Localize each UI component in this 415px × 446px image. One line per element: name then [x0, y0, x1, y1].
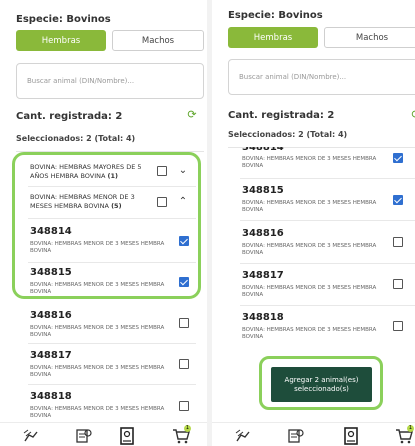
animal-desc: BOVINA: HEMBRAS MENOR DE 3 MESES HEMBRA … [30, 406, 165, 419]
animal-id: 348815 [242, 185, 284, 196]
search-input[interactable]: Buscar animal (DIN/Nombre)... [228, 59, 415, 95]
screen-left: Especie: Bovinos Hembras Machos Buscar a… [0, 0, 208, 446]
animal-checkbox[interactable] [393, 321, 403, 331]
divider [28, 186, 196, 187]
animal-desc: BOVINA: HEMBRAS MENOR DE 3 MESES HEMBRA … [242, 200, 377, 213]
animal-checkbox[interactable] [393, 279, 403, 289]
group-title: BOVINA: HEMBRAS MAYORES DE 5 AÑOS HEMBRA… [30, 163, 142, 180]
divider [240, 305, 415, 306]
map-pin-document-icon[interactable] [287, 427, 305, 445]
divider [240, 178, 415, 179]
animal-transfer-icon[interactable] [22, 427, 40, 445]
animal-desc: BOVINA: HEMBRAS MENOR DE 3 MESES HEMBRA … [30, 365, 165, 378]
bottom-nav: 1 [0, 422, 208, 446]
animal-id: 348816 [30, 310, 72, 321]
animal-checkbox[interactable] [179, 359, 189, 369]
tab-hembras[interactable]: Hembras [228, 27, 318, 48]
group-count: (1) [107, 172, 119, 180]
divider [240, 220, 415, 221]
animal-desc: BOVINA: HEMBRAS MENOR DE 3 MESES HEMBRA … [242, 327, 377, 340]
search-input[interactable]: Buscar animal (DIN/Nombre)... [16, 63, 204, 99]
animal-checkbox[interactable] [179, 236, 189, 246]
tab-hembras[interactable]: Hembras [16, 30, 106, 51]
group-checkbox[interactable] [157, 166, 167, 176]
animal-id: 348815 [30, 267, 72, 278]
animal-checkbox[interactable] [179, 401, 189, 411]
add-selected-button[interactable]: Agregar 2 animal(es) seleccionado(s) [271, 367, 372, 402]
id-card-icon[interactable] [118, 427, 136, 445]
animal-checkbox[interactable] [393, 195, 403, 205]
selected-label: Seleccionados: 2 (Total: 4) [16, 134, 136, 143]
animal-checkbox[interactable] [393, 237, 403, 247]
animal-desc: BOVINA: HEMBRAS MENOR DE 3 MESES HEMBRA … [242, 243, 377, 256]
refresh-icon[interactable]: ⟳ [186, 109, 198, 121]
animal-desc: BOVINA: HEMBRAS MENOR DE 3 MESES HEMBRA … [30, 241, 165, 254]
cart-badge: 1 [184, 425, 191, 432]
refresh-icon[interactable]: ⟳ [410, 109, 415, 121]
cart-badge: 1 [407, 425, 414, 432]
tab-machos[interactable]: Machos [324, 27, 415, 48]
animal-checkbox[interactable] [179, 277, 189, 287]
animal-checkbox[interactable] [393, 153, 403, 163]
divider [28, 384, 196, 385]
selected-label: Seleccionados: 2 (Total: 4) [228, 130, 348, 139]
count-label: Cant. registrada: 2 [16, 111, 123, 122]
group-checkbox[interactable] [157, 197, 167, 207]
animal-id-partial: 348814 [242, 147, 284, 153]
chevron-down-icon[interactable]: ⌄ [177, 165, 189, 177]
divider [28, 262, 196, 263]
animal-desc: BOVINA: HEMBRAS MENOR DE 3 MESES HEMBRA … [242, 156, 377, 169]
divider [28, 218, 196, 219]
animal-desc: BOVINA: HEMBRAS MENOR DE 3 MESES HEMBRA … [30, 325, 165, 338]
highlight-outline: Agregar 2 animal(es) seleccionado(s) [259, 356, 383, 410]
animal-desc: BOVINA: HEMBRAS MENOR DE 3 MESES HEMBRA … [242, 285, 377, 298]
animal-checkbox[interactable] [179, 318, 189, 328]
count-label: Cant. registrada: 2 [228, 110, 335, 121]
group-header-menor[interactable]: BOVINA: HEMBRAS MENOR DE 3 MESES HEMBRA … [30, 193, 152, 211]
divider [240, 263, 415, 264]
animal-id: 348814 [30, 226, 72, 237]
group-header-mayores[interactable]: BOVINA: HEMBRAS MAYORES DE 5 AÑOS HEMBRA… [30, 163, 152, 181]
screen-right: Especie: Bovinos Hembras Machos Buscar a… [212, 0, 415, 446]
animal-id: 348818 [30, 391, 72, 402]
animal-id: 348817 [242, 270, 284, 281]
animal-id: 348817 [30, 350, 72, 361]
species-label: Especie: Bovinos [228, 10, 323, 21]
map-pin-document-icon[interactable] [75, 427, 93, 445]
animal-transfer-icon[interactable] [234, 427, 252, 445]
species-label: Especie: Bovinos [16, 14, 111, 25]
divider [16, 151, 204, 152]
animal-id: 348818 [242, 312, 284, 323]
animal-desc: BOVINA: HEMBRAS MENOR DE 3 MESES HEMBRA … [30, 282, 165, 295]
animal-id: 348816 [242, 228, 284, 239]
bottom-nav: 1 [212, 422, 415, 446]
chevron-up-icon[interactable]: ⌃ [177, 196, 189, 208]
divider [28, 343, 196, 344]
group-count: (5) [111, 202, 122, 210]
id-card-icon[interactable] [342, 427, 360, 445]
tab-machos[interactable]: Machos [112, 30, 204, 51]
